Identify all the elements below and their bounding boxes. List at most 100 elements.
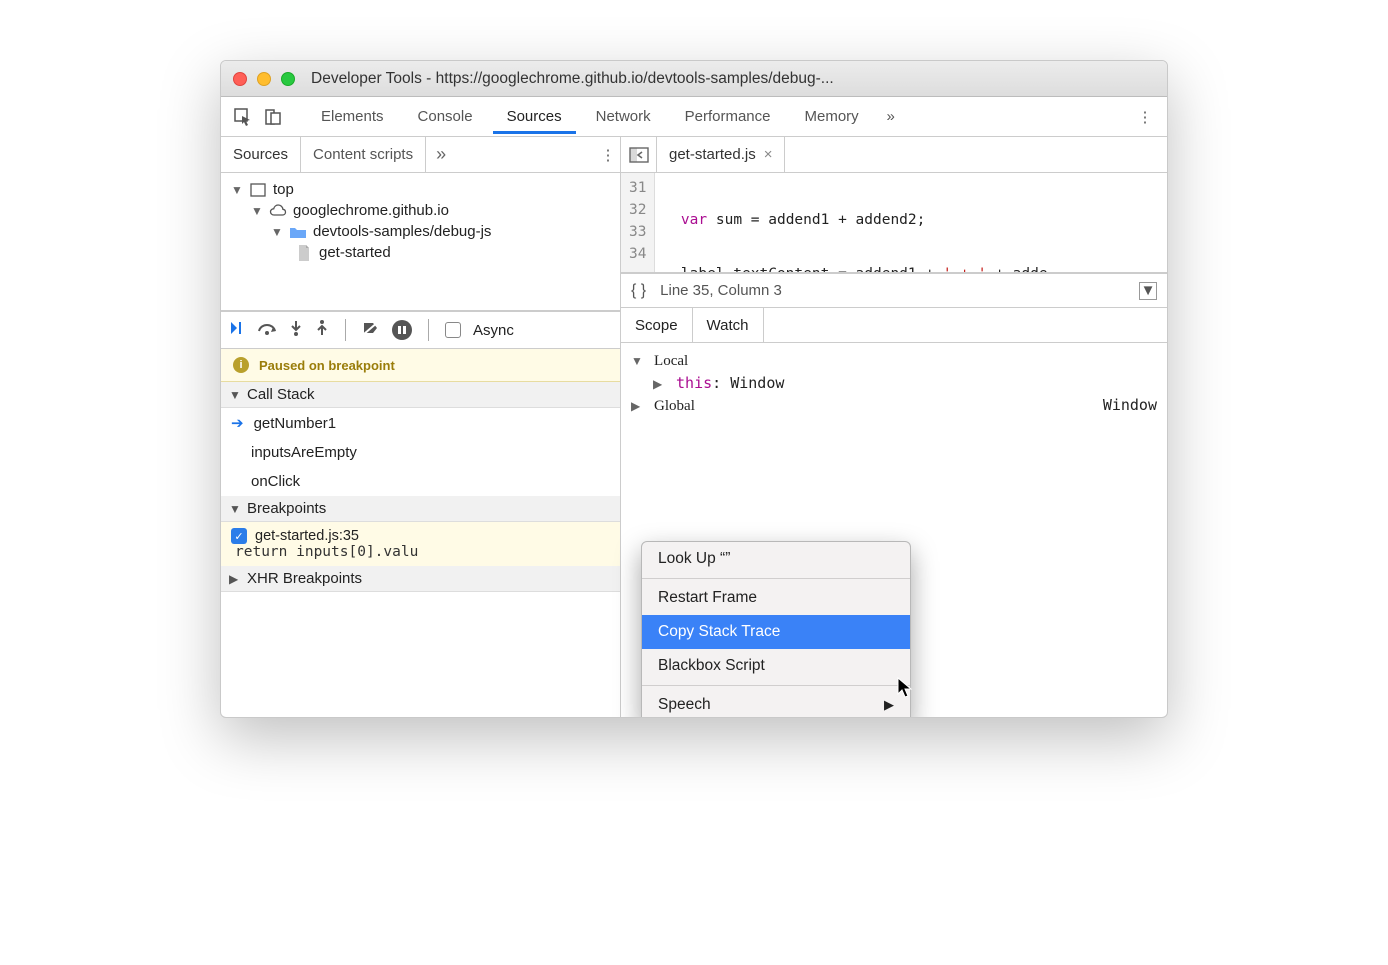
- zoom-window-button[interactable]: [281, 72, 295, 86]
- file-tab-label: get-started.js: [669, 146, 756, 163]
- tree-top-label: top: [273, 181, 294, 198]
- info-icon: i: [233, 357, 249, 373]
- call-stack-header[interactable]: Call Stack: [221, 382, 620, 408]
- editor-statusbar: { } Line 35, Column 3 ▼: [621, 273, 1167, 307]
- code-editor[interactable]: 31 32 33 34 var sum = addend1 + addend2;…: [621, 173, 1167, 273]
- tree-file[interactable]: get-started: [231, 242, 616, 263]
- navigator-toggle-icon[interactable]: [621, 137, 657, 172]
- tab-memory[interactable]: Memory: [791, 99, 873, 134]
- triangle-icon: [229, 572, 241, 586]
- triangle-icon: [229, 388, 241, 402]
- code-content[interactable]: var sum = addend1 + addend2; label.textC…: [655, 173, 1055, 272]
- more-tabs-icon[interactable]: »: [879, 105, 903, 129]
- current-frame-arrow-icon: ➔: [231, 414, 244, 432]
- close-window-button[interactable]: [233, 72, 247, 86]
- traffic-lights: [233, 72, 295, 86]
- tab-sources[interactable]: Sources: [493, 99, 576, 134]
- folder-icon: [289, 224, 307, 240]
- cursor-position: Line 35, Column 3: [660, 282, 782, 299]
- triangle-icon: [271, 225, 283, 239]
- devtools-tab-bar: Elements Console Sources Network Perform…: [221, 97, 1167, 137]
- toolbar-separator: [428, 319, 429, 341]
- coverage-toggle-icon[interactable]: ▼: [1139, 282, 1157, 300]
- ctx-restart-frame[interactable]: Restart Frame: [642, 581, 910, 615]
- sub-tab-more-icon[interactable]: »: [426, 144, 456, 165]
- triangle-icon: [251, 204, 263, 218]
- call-stack-title: Call Stack: [247, 386, 315, 403]
- xhr-breakpoints-title: XHR Breakpoints: [247, 570, 362, 587]
- tab-performance[interactable]: Performance: [671, 99, 785, 134]
- cloud-icon: [269, 203, 287, 219]
- tree-domain-label: googlechrome.github.io: [293, 202, 449, 219]
- stack-frame[interactable]: inputsAreEmpty: [221, 438, 620, 467]
- stack-frame-label: inputsAreEmpty: [251, 444, 357, 461]
- breakpoint-checkbox[interactable]: ✓: [231, 528, 247, 544]
- tab-console[interactable]: Console: [404, 99, 487, 134]
- sub-tab-content-scripts[interactable]: Content scripts: [301, 137, 426, 172]
- triangle-icon: [229, 502, 241, 516]
- breakpoint-code: return inputs[0].valu: [231, 544, 610, 560]
- scope-global[interactable]: ▶ Global Window: [631, 394, 1157, 417]
- file-tree: top googlechrome.github.io devtools-samp…: [221, 173, 620, 311]
- xhr-breakpoints-header[interactable]: XHR Breakpoints: [221, 566, 620, 592]
- stack-frame[interactable]: onClick: [221, 467, 620, 496]
- step-into-icon[interactable]: [289, 320, 303, 340]
- step-out-icon[interactable]: [315, 320, 329, 340]
- window-title: Developer Tools - https://googlechrome.g…: [311, 70, 1155, 88]
- resume-icon[interactable]: [229, 320, 245, 340]
- pretty-print-icon[interactable]: { }: [631, 282, 646, 300]
- window-titlebar: Developer Tools - https://googlechrome.g…: [221, 61, 1167, 97]
- stack-frame-current[interactable]: ➔ getNumber1: [221, 408, 620, 438]
- context-menu: Look Up “” Restart Frame Copy Stack Trac…: [641, 541, 911, 718]
- scope-local[interactable]: ▼ Local: [631, 349, 1157, 372]
- editor-tabbar: get-started.js ×: [621, 137, 1167, 173]
- stack-frame-label: onClick: [251, 473, 300, 490]
- scope-global-value: Window: [1103, 396, 1157, 415]
- paused-banner: i Paused on breakpoint: [221, 349, 620, 382]
- tab-elements[interactable]: Elements: [307, 99, 398, 134]
- tab-scope[interactable]: Scope: [621, 308, 693, 342]
- breakpoint-label: get-started.js:35: [255, 528, 359, 544]
- pause-on-exceptions-icon[interactable]: [392, 320, 412, 340]
- tree-folder[interactable]: devtools-samples/debug-js: [231, 221, 616, 242]
- sources-kebab-icon[interactable]: ⋮: [596, 143, 620, 167]
- kebab-menu-icon[interactable]: ⋮: [1133, 105, 1157, 129]
- toolbar-separator: [345, 319, 346, 341]
- devtools-window: Developer Tools - https://googlechrome.g…: [220, 60, 1168, 718]
- ctx-separator: [642, 578, 910, 579]
- ctx-copy-stack-trace[interactable]: Copy Stack Trace: [642, 615, 910, 649]
- scope-this[interactable]: ▶ this: Window: [631, 372, 1157, 394]
- mouse-cursor-icon: [897, 677, 915, 699]
- file-icon: [295, 245, 313, 261]
- sources-sub-tabbar: Sources Content scripts » ⋮: [221, 137, 620, 173]
- close-tab-icon[interactable]: ×: [764, 146, 773, 163]
- ctx-blackbox-script[interactable]: Blackbox Script: [642, 649, 910, 683]
- tree-top[interactable]: top: [231, 179, 616, 200]
- line-number-gutter: 31 32 33 34: [621, 173, 655, 272]
- breakpoints-title: Breakpoints: [247, 500, 326, 517]
- inspect-element-icon[interactable]: [231, 105, 255, 129]
- tree-domain[interactable]: googlechrome.github.io: [231, 200, 616, 221]
- sub-tab-sources[interactable]: Sources: [221, 137, 301, 172]
- step-over-icon[interactable]: [257, 321, 277, 339]
- async-checkbox[interactable]: [445, 322, 461, 338]
- tab-watch[interactable]: Watch: [693, 308, 764, 342]
- minimize-window-button[interactable]: [257, 72, 271, 86]
- ctx-speech[interactable]: Speech ▶: [642, 688, 910, 718]
- paused-text: Paused on breakpoint: [259, 358, 395, 373]
- tree-file-label: get-started: [319, 244, 391, 261]
- breakpoint-item[interactable]: ✓ get-started.js:35 return inputs[0].val…: [221, 522, 620, 566]
- ctx-look-up[interactable]: Look Up “”: [642, 542, 910, 576]
- submenu-arrow-icon: ▶: [884, 697, 894, 713]
- frame-icon: [249, 182, 267, 198]
- scope-watch-tabs: Scope Watch: [621, 307, 1167, 343]
- triangle-icon: [231, 183, 243, 197]
- device-toolbar-icon[interactable]: [261, 105, 285, 129]
- deactivate-breakpoints-icon[interactable]: [362, 320, 380, 340]
- debugger-toolbar: Async: [221, 311, 620, 349]
- breakpoints-header[interactable]: Breakpoints: [221, 496, 620, 522]
- scope-pane: ▼ Local ▶ this: Window ▶ Global Window: [621, 343, 1167, 423]
- tab-network[interactable]: Network: [582, 99, 665, 134]
- stack-frame-label: getNumber1: [254, 415, 337, 432]
- editor-file-tab[interactable]: get-started.js ×: [657, 137, 785, 172]
